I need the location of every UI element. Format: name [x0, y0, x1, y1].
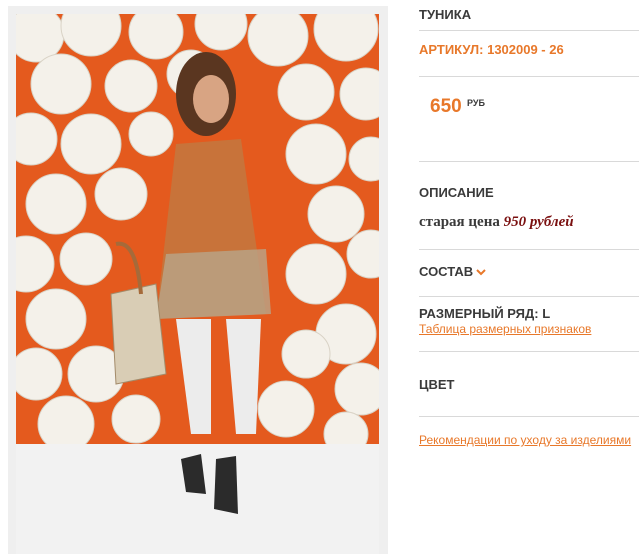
- product-photo[interactable]: [16, 14, 379, 554]
- description-heading: ОПИСАНИЕ: [419, 185, 494, 200]
- divider: [419, 76, 639, 77]
- old-price: старая цена 950 рублей: [419, 214, 574, 231]
- divider: [419, 161, 639, 162]
- chevron-down-icon: [476, 264, 486, 279]
- divider: [419, 249, 639, 250]
- size-range: РАЗМЕРНЫЙ РЯД: L: [419, 306, 551, 321]
- old-price-value: 950 рублей: [503, 214, 574, 230]
- divider: [419, 30, 639, 31]
- divider: [419, 416, 639, 417]
- old-price-label: старая цена: [419, 214, 500, 230]
- price-currency: РУБ: [467, 98, 485, 108]
- divider: [419, 296, 639, 297]
- size-table-link[interactable]: Таблица размерных признаков: [419, 322, 591, 336]
- product-price: 650: [430, 96, 462, 117]
- product-sku: АРТИКУЛ: 1302009 - 26: [419, 42, 564, 57]
- color-heading: ЦВЕТ: [419, 377, 455, 392]
- composition-heading: СОСТАВ: [419, 264, 474, 279]
- product-title: ТУНИКА: [419, 7, 472, 22]
- care-recommendations-link[interactable]: Рекомендации по уходу за изделиями: [419, 433, 631, 447]
- composition-toggle[interactable]: СОСТАВ: [419, 264, 486, 279]
- divider: [419, 351, 639, 352]
